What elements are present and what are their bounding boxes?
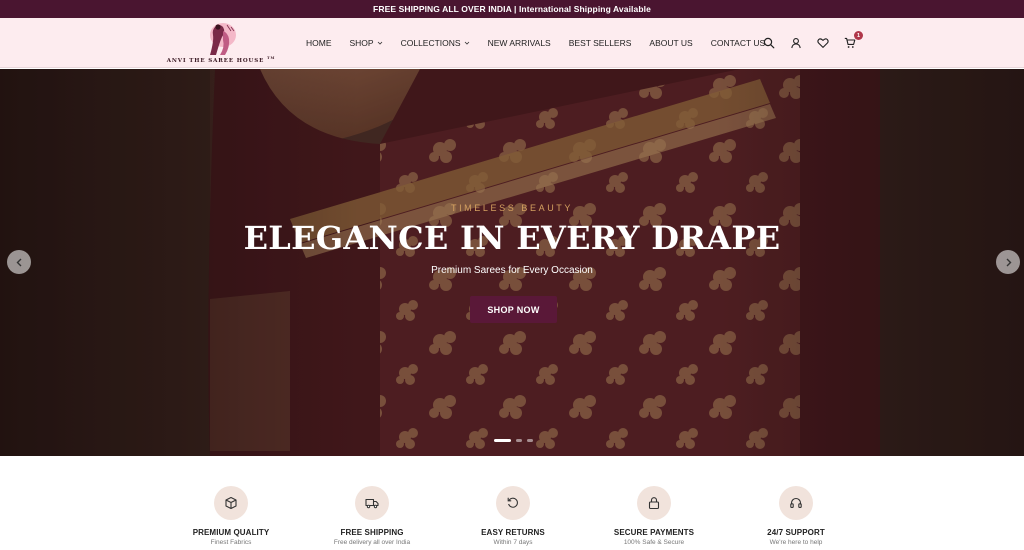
return-icon [507,497,518,508]
heart-icon [817,38,829,48]
nav-home[interactable]: HOME [306,38,332,48]
hero-slider: TIMELESS BEAUTY ELEGANCE IN EVERY DRAPE … [0,69,1024,456]
feature-title: SECURE PAYMENTS [613,528,695,537]
main-nav: HOME SHOP COLLECTIONS NEW ARRIVALS BEST … [306,18,783,68]
brand-logo[interactable]: ANVI THE SAREE HOUSE TM [166,21,276,65]
feature-title: 24/7 SUPPORT [767,528,825,537]
feature-subtitle: We're here to help [769,539,823,546]
feature-title: PREMIUM QUALITY [192,528,270,537]
chevron-right-icon [1006,258,1011,266]
feature-subtitle: Finest Fabrics [210,539,252,546]
feature-icon-circle [779,486,813,520]
search-icon [763,37,775,49]
cart-button[interactable]: 1 [841,31,863,52]
chevron-down-icon [377,41,382,45]
nav-contact-us[interactable]: CONTACT US [711,38,765,48]
nav-best-sellers[interactable]: BEST SELLERS [569,38,632,48]
wishlist-button[interactable] [814,34,832,52]
feature-easy-returns: EASY RETURNS Within 7 days [443,486,583,546]
account-button[interactable] [787,34,805,52]
site-header: ANVI THE SAREE HOUSE TM HOME SHOP COLLEC… [0,18,1024,68]
slider-dot-3[interactable] [527,439,533,442]
chevron-left-icon [16,258,21,266]
feature-premium-quality: PREMIUM QUALITY Finest Fabrics [161,486,301,546]
slider-dots [494,439,538,442]
hero-subline: Premium Sarees for Every Occasion [431,265,593,276]
slider-prev-button[interactable] [7,250,31,274]
feature-title: EASY RETURNS [481,528,545,537]
feature-subtitle: 100% Safe & Secure [623,539,685,546]
truck-icon [365,498,379,509]
feature-icon-circle [355,486,389,520]
hero-headline: ELEGANCE IN EVERY DRAPE [243,219,781,257]
feature-secure-payments: SECURE PAYMENTS 100% Safe & Secure [584,486,724,546]
nav-shop[interactable]: SHOP [350,38,383,48]
feature-free-shipping: FREE SHIPPING Free delivery all over Ind… [302,486,442,546]
box-icon [225,496,237,510]
brand-name: ANVI THE SAREE HOUSE TM [166,56,276,64]
nav-collections[interactable]: COLLECTIONS [401,38,470,48]
slider-next-button[interactable] [996,250,1020,274]
user-icon [791,38,801,49]
shop-now-button[interactable]: SHOP NOW [470,296,557,323]
announcement-bar: FREE SHIPPING ALL OVER INDIA | Internati… [0,0,1024,18]
search-button[interactable] [760,34,778,52]
lock-icon [648,497,660,510]
nav-new-arrivals[interactable]: NEW ARRIVALS [488,38,551,48]
chevron-down-icon [464,41,469,45]
feature-subtitle: Free delivery all over India [333,539,411,546]
header-actions: 1 [760,18,868,68]
nav-about-us[interactable]: ABOUT US [649,38,692,48]
cart-icon [844,37,856,48]
feature-icon-circle [637,486,671,520]
headset-icon [790,497,802,508]
hero-content: TIMELESS BEAUTY ELEGANCE IN EVERY DRAPE … [0,69,1024,456]
slider-dot-1[interactable] [494,439,511,442]
feature-subtitle: Within 7 days [493,539,533,546]
announcement-text: FREE SHIPPING ALL OVER INDIA | Internati… [373,4,651,14]
feature-title: FREE SHIPPING [340,528,404,537]
feature-icon-circle [214,486,248,520]
saree-silhouette-icon [210,23,236,55]
feature-support: 24/7 SUPPORT We're here to help [726,486,866,546]
cart-count-badge: 1 [854,31,863,40]
hero-eyebrow: TIMELESS BEAUTY [450,203,574,213]
features-strip: PREMIUM QUALITY Finest Fabrics FREE SHIP… [0,456,1024,550]
feature-icon-circle [496,486,530,520]
slider-dot-2[interactable] [516,439,522,442]
